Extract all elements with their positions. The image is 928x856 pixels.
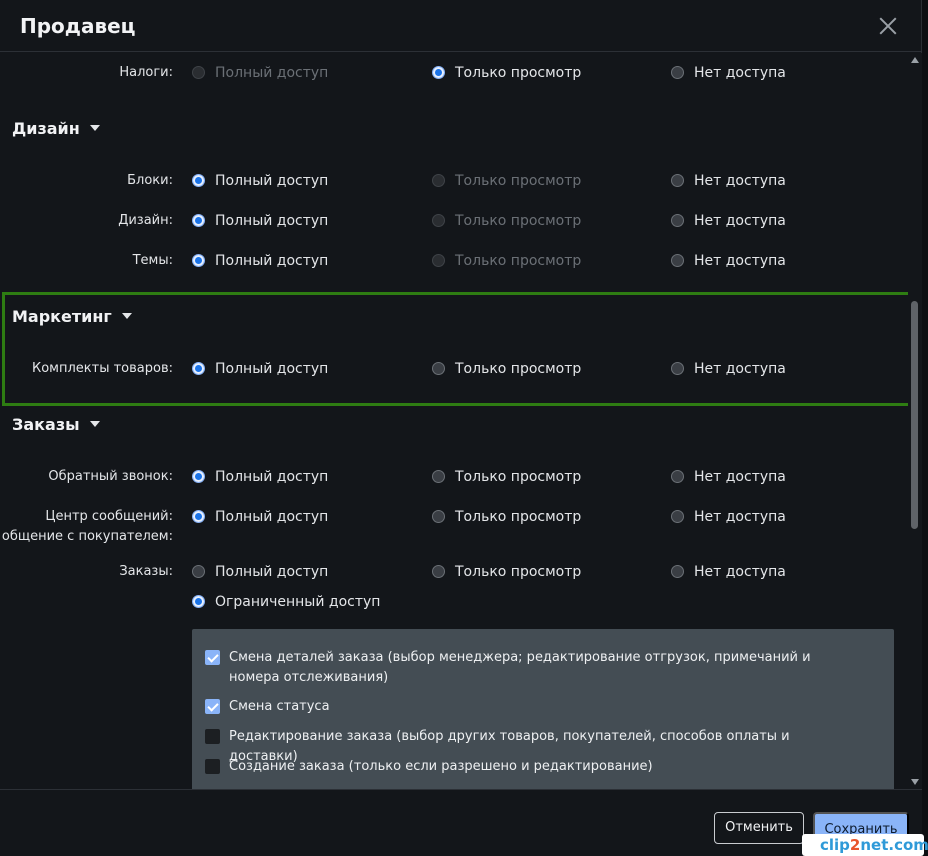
radio-design-full[interactable]: Полный доступ bbox=[192, 211, 328, 231]
radio-callback-view[interactable]: Только просмотр bbox=[432, 467, 581, 487]
dialog-footer: Отменить Сохранить bbox=[0, 789, 922, 856]
caret-down-icon bbox=[121, 312, 132, 319]
radio-themes-none[interactable]: Нет доступа bbox=[671, 251, 786, 271]
radio-taxes-view[interactable]: Только просмотр bbox=[432, 63, 581, 83]
radio-orders-none[interactable]: Нет доступа bbox=[671, 562, 786, 582]
radio-orders-view[interactable]: Только просмотр bbox=[432, 562, 581, 582]
radio-icon bbox=[192, 594, 205, 608]
close-icon[interactable] bbox=[876, 14, 900, 38]
radio-orders-limited[interactable]: Ограниченный доступ bbox=[192, 592, 380, 612]
radio-blocks-full[interactable]: Полный доступ bbox=[192, 171, 328, 191]
radio-icon bbox=[671, 564, 684, 578]
row-label-themes: Темы: bbox=[132, 253, 173, 268]
radio-icon bbox=[671, 469, 684, 483]
radio-taxes-full[interactable]: Полный доступ bbox=[192, 63, 328, 83]
checkbox-change-order-details[interactable]: Смена деталей заказа (выбор менеджера; р… bbox=[205, 648, 845, 688]
radio-icon bbox=[432, 469, 445, 483]
radio-taxes-none[interactable]: Нет доступа bbox=[671, 63, 786, 83]
radio-orders-full[interactable]: Полный доступ bbox=[192, 562, 328, 582]
cancel-button[interactable]: Отменить bbox=[714, 812, 804, 844]
dialog-header: Продавец bbox=[0, 0, 922, 52]
radio-messages-none[interactable]: Нет доступа bbox=[671, 507, 786, 527]
radio-themes-full[interactable]: Полный доступ bbox=[192, 251, 328, 271]
checkbox-checked-icon bbox=[205, 699, 220, 714]
radio-callback-none[interactable]: Нет доступа bbox=[671, 467, 786, 487]
row-label-orders: Заказы: bbox=[119, 564, 173, 579]
radio-messages-full[interactable]: Полный доступ bbox=[192, 507, 328, 527]
caret-down-icon bbox=[89, 124, 100, 131]
checkbox-create-order[interactable]: Создание заказа (только если разрешено и… bbox=[205, 757, 845, 777]
radio-icon bbox=[671, 213, 684, 227]
section-marketing-toggle[interactable]: Маркетинг bbox=[12, 307, 132, 326]
section-orders-toggle[interactable]: Заказы bbox=[12, 415, 100, 434]
row-label-message-center: Центр сообщений: общение с покупателем: bbox=[1, 509, 173, 544]
scroll-up-arrow-icon[interactable] bbox=[911, 57, 919, 63]
checkbox-change-status[interactable]: Смена статуса bbox=[205, 697, 845, 717]
radio-icon bbox=[192, 361, 205, 375]
scroll-down-arrow-icon[interactable] bbox=[911, 779, 919, 785]
radio-bundles-view[interactable]: Только просмотр bbox=[432, 359, 581, 379]
radio-icon bbox=[192, 253, 205, 267]
seller-permissions-dialog: Продавец Налоги: Полный доступ Только пр… bbox=[0, 0, 922, 856]
radio-icon bbox=[432, 253, 445, 267]
radio-icon bbox=[192, 564, 205, 578]
radio-icon bbox=[432, 213, 445, 227]
radio-icon bbox=[192, 469, 205, 483]
radio-icon bbox=[671, 253, 684, 267]
radio-icon bbox=[671, 361, 684, 375]
radio-bundles-full[interactable]: Полный доступ bbox=[192, 359, 328, 379]
radio-blocks-view[interactable]: Только просмотр bbox=[432, 171, 581, 191]
radio-design-view[interactable]: Только просмотр bbox=[432, 211, 581, 231]
radio-icon bbox=[432, 509, 445, 523]
radio-themes-view[interactable]: Только просмотр bbox=[432, 251, 581, 271]
radio-icon bbox=[192, 173, 205, 187]
limited-permissions-panel: Смена деталей заказа (выбор менеджера; р… bbox=[192, 629, 894, 789]
radio-messages-view[interactable]: Только просмотр bbox=[432, 507, 581, 527]
row-label-blocks: Блоки: bbox=[127, 173, 173, 188]
radio-design-none[interactable]: Нет доступа bbox=[671, 211, 786, 231]
row-label-design: Дизайн: bbox=[118, 213, 173, 228]
dialog-body: Налоги: Полный доступ Только просмотр Не… bbox=[0, 53, 908, 789]
checkbox-unchecked-icon bbox=[205, 759, 220, 774]
row-label-product-bundles: Комплекты товаров: bbox=[31, 361, 173, 376]
radio-icon bbox=[432, 361, 445, 375]
marketing-highlight-box bbox=[2, 292, 908, 406]
checkbox-unchecked-icon bbox=[205, 729, 220, 744]
radio-icon bbox=[671, 509, 684, 523]
radio-icon bbox=[432, 564, 445, 578]
radio-icon bbox=[432, 173, 445, 187]
section-design-toggle[interactable]: Дизайн bbox=[12, 119, 100, 138]
radio-icon bbox=[192, 509, 205, 523]
radio-callback-full[interactable]: Полный доступ bbox=[192, 467, 328, 487]
dialog-title: Продавец bbox=[20, 14, 136, 38]
checkbox-checked-icon bbox=[205, 650, 220, 665]
radio-icon bbox=[192, 213, 205, 227]
clip2net-watermark: clip2net.com bbox=[802, 834, 928, 856]
vertical-scrollbar[interactable] bbox=[908, 53, 922, 789]
row-label-taxes: Налоги: bbox=[119, 65, 173, 80]
radio-icon bbox=[192, 65, 205, 79]
caret-down-icon bbox=[89, 420, 100, 427]
scrollbar-thumb[interactable] bbox=[911, 301, 918, 529]
radio-icon bbox=[432, 65, 445, 79]
row-label-callback: Обратный звонок: bbox=[48, 469, 173, 484]
radio-bundles-none[interactable]: Нет доступа bbox=[671, 359, 786, 379]
radio-icon bbox=[671, 65, 684, 79]
radio-blocks-none[interactable]: Нет доступа bbox=[671, 171, 786, 191]
radio-icon bbox=[671, 173, 684, 187]
